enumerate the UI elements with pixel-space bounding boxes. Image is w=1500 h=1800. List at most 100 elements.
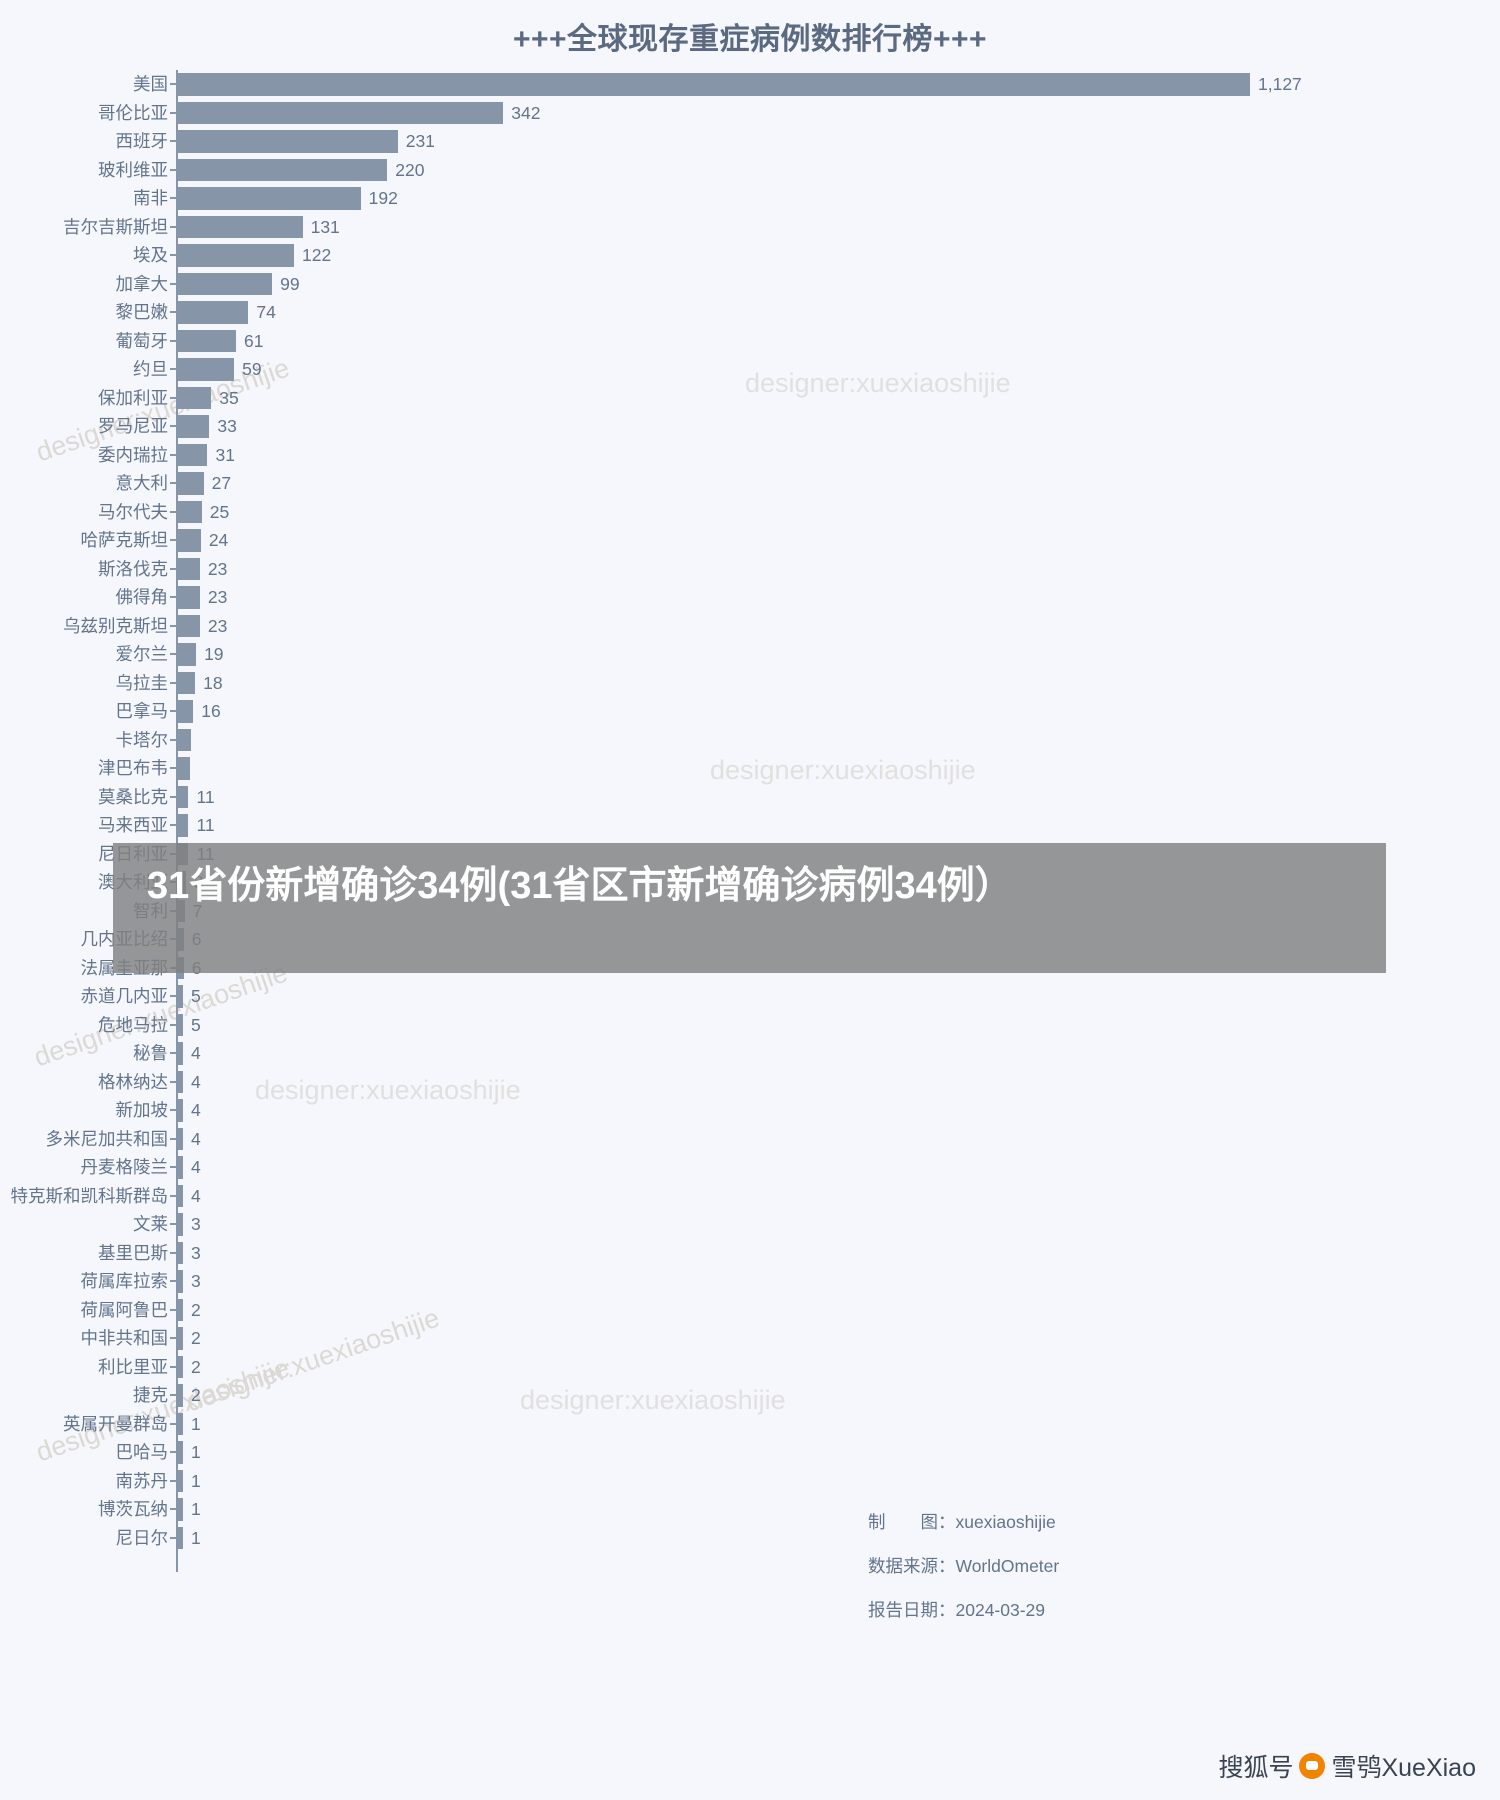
axis-tick <box>170 368 176 370</box>
overlay-headline-banner: 31省份新增确诊34例(31省区市新增确诊病例34例） <box>113 843 1386 973</box>
bar <box>178 1184 183 1207</box>
axis-tick <box>170 282 176 285</box>
bar-category-label: 特克斯和凯科斯群岛 <box>10 1185 169 1206</box>
bar-category-label: 乌兹别克斯坦 <box>63 615 168 636</box>
bar-value-label: 99 <box>280 273 300 294</box>
bar <box>178 1327 183 1350</box>
bar-value-label: 23 <box>207 558 228 579</box>
axis-tick <box>170 1137 176 1140</box>
bar-value-label: 23 <box>207 615 228 636</box>
axis-tick <box>170 225 176 228</box>
bar <box>178 1469 183 1492</box>
bar <box>178 1241 183 1264</box>
bar-value-label: 2 <box>191 1328 201 1348</box>
bar-category-label: 吉尔吉斯斯坦 <box>63 216 168 237</box>
bar-category-label: 文莱 <box>133 1214 168 1234</box>
axis-tick <box>170 1166 176 1168</box>
bar-row: 危地马拉 5 <box>0 1011 1500 1040</box>
axis-tick <box>170 1280 176 1282</box>
bar-row: 荷属库拉索 3 <box>0 1267 1500 1296</box>
bar-row: 多米尼加共和国 4 <box>0 1125 1500 1154</box>
bar-value-label: 27 <box>211 473 232 493</box>
bar-category-label: 利比里亚 <box>98 1356 168 1377</box>
bar-row: 罗马尼亚 33 <box>0 412 1500 441</box>
bar-category-label: 哥伦比亚 <box>98 102 168 123</box>
bar <box>178 1013 183 1036</box>
bar-category-label: 哈萨克斯坦 <box>80 530 169 550</box>
axis-tick <box>170 510 176 513</box>
report-date-line: 报告日期：2024-03-29 <box>868 1588 1059 1632</box>
bar <box>178 187 361 210</box>
bar-row: 荷属阿鲁巴 2 <box>0 1296 1500 1325</box>
bar-category-label: 尼日尔 <box>115 1527 169 1548</box>
bar-category-label: 危地马拉 <box>98 1014 168 1035</box>
report-date-label: 报告日期： <box>868 1600 956 1620</box>
axis-tick <box>170 539 176 541</box>
credit-value: xuexiaoshijie <box>955 1512 1056 1532</box>
axis-tick <box>170 1536 176 1539</box>
bar-category-label: 佛得角 <box>115 587 169 607</box>
axis-tick <box>170 1422 176 1425</box>
bar-category-label: 荷属库拉索 <box>80 1271 169 1291</box>
source-value: WorldOmeter <box>955 1556 1060 1576</box>
bar <box>178 1526 183 1549</box>
bar <box>178 529 201 552</box>
bar <box>178 358 235 381</box>
axis-tick <box>170 738 176 741</box>
bar-value-label: 3 <box>191 1214 201 1234</box>
bar-value-label: 1 <box>191 1527 201 1548</box>
bar-row: 基里巴斯 3 <box>0 1239 1500 1268</box>
bar-value-label: 2 <box>191 1299 201 1320</box>
bar-value-label: 5 <box>191 1014 201 1035</box>
bar-row: 埃及 122 <box>0 241 1500 270</box>
bar-category-label: 爱尔兰 <box>115 644 169 664</box>
bar-category-label: 英属开曼群岛 <box>63 1413 168 1434</box>
axis-tick <box>170 567 176 570</box>
bar-row: 巴哈马 1 <box>0 1438 1500 1467</box>
bar <box>178 1270 183 1293</box>
bar <box>178 244 295 267</box>
bar-value-label: 1,127 <box>1258 74 1302 94</box>
bar <box>178 1441 183 1464</box>
axis-tick <box>170 168 176 171</box>
bar-row: 南苏丹 1 <box>0 1467 1500 1496</box>
credit-label: 制 图： <box>868 1512 956 1532</box>
bar-category-label: 委内瑞拉 <box>98 444 168 465</box>
bar <box>178 671 196 694</box>
axis-tick <box>170 83 176 85</box>
account-name: 雪鸮XueXiao <box>1331 1754 1476 1782</box>
bar <box>178 301 249 324</box>
axis-tick <box>170 681 176 684</box>
axis-tick <box>170 1308 176 1311</box>
bar-row: 莫桑比克 11 <box>0 783 1500 812</box>
bar <box>178 1042 183 1065</box>
bar-row: 乌拉圭 18 <box>0 669 1500 698</box>
axis-tick <box>170 995 176 997</box>
bar-row: 丹麦格陵兰 4 <box>0 1153 1500 1182</box>
bar <box>178 443 208 466</box>
bar <box>178 1099 183 1122</box>
axis-tick <box>170 1194 176 1197</box>
axis-tick <box>170 140 176 142</box>
bar-row: 吉尔吉斯斯坦 131 <box>0 213 1500 242</box>
bar-category-label: 莫桑比克 <box>98 786 168 807</box>
platform-branding: 搜狐号 雪鸮XueXiao <box>1218 1748 1476 1784</box>
bar-category-label: 秘鲁 <box>133 1043 168 1063</box>
bar <box>178 101 504 124</box>
sohu-logo-icon <box>1299 1753 1326 1779</box>
bar-category-label: 意大利 <box>115 473 169 493</box>
axis-tick <box>170 453 176 456</box>
bar <box>178 329 237 352</box>
bar-category-label: 多米尼加共和国 <box>45 1128 169 1149</box>
bar-row: 尼日尔 1 <box>0 1524 1500 1553</box>
bar-row: 玻利维亚 220 <box>0 156 1500 185</box>
bar <box>178 1498 183 1521</box>
bar <box>178 700 194 723</box>
axis-tick <box>170 767 176 769</box>
bar-category-label: 斯洛伐克 <box>98 558 168 579</box>
axis-tick <box>170 1251 176 1254</box>
bar-value-label: 2 <box>191 1356 201 1377</box>
bar-value-label: 4 <box>191 1157 201 1177</box>
axis-tick <box>170 1109 176 1111</box>
bar <box>178 386 212 409</box>
